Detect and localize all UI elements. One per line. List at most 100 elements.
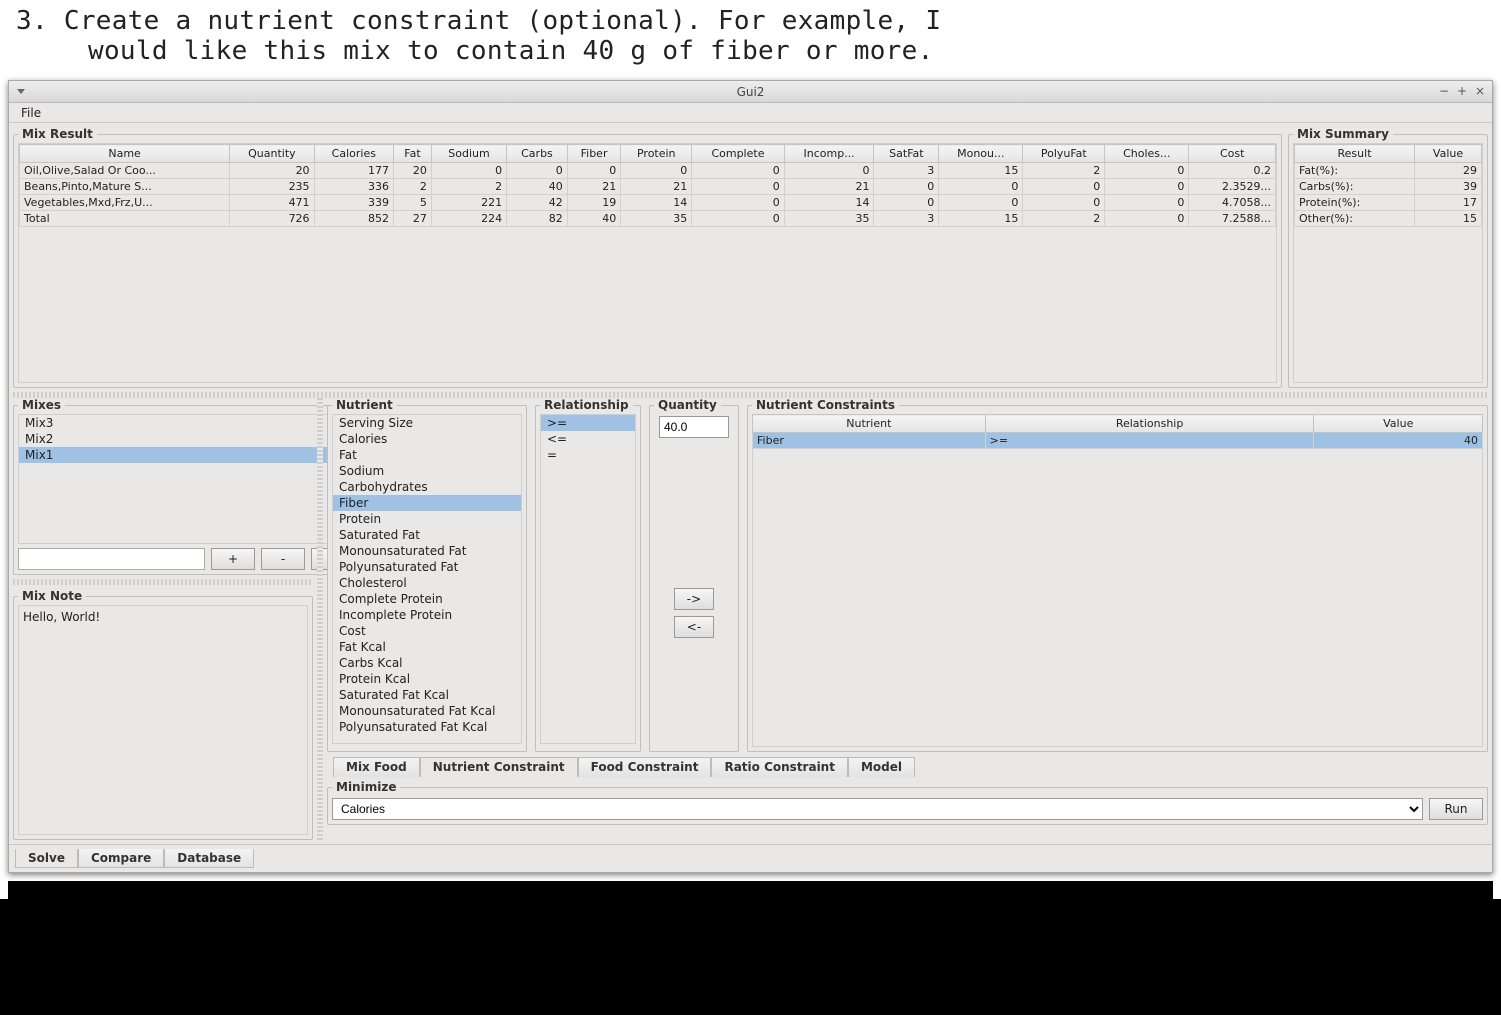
remove-constraint-button[interactable]: <-	[674, 616, 714, 638]
mix-item[interactable]: Mix2	[19, 431, 354, 447]
mix-result-header[interactable]: Fat	[394, 145, 432, 163]
table-cell: Fat(%):	[1295, 163, 1415, 179]
mix-note-textarea[interactable]: Hello, World!	[18, 605, 308, 835]
table-row[interactable]: Oil,Olive,Salad Or Coo...201772000000031…	[20, 163, 1276, 179]
subtab-model[interactable]: Model	[848, 757, 915, 777]
menu-file[interactable]: File	[15, 104, 47, 122]
constraint-row[interactable]: Fiber>=40	[753, 433, 1483, 449]
vertical-splitter[interactable]	[317, 398, 323, 840]
mix-result-header[interactable]: Calories	[314, 145, 393, 163]
nutrient-item[interactable]: Protein Kcal	[333, 671, 521, 687]
mix-summary-header[interactable]: Result	[1295, 145, 1415, 163]
subtab-nutrient-constraint[interactable]: Nutrient Constraint	[420, 757, 578, 777]
mix-result-header[interactable]: Cost	[1189, 145, 1276, 163]
constraints-table[interactable]: NutrientRelationshipValue Fiber>=40	[752, 414, 1483, 449]
mix-summary-header[interactable]: Value	[1415, 145, 1482, 163]
relationship-list[interactable]: >=<==	[540, 414, 636, 744]
nutrient-item[interactable]: Carbohydrates	[333, 479, 521, 495]
subtab-mix-food[interactable]: Mix Food	[333, 757, 420, 777]
add-constraint-button[interactable]: ->	[674, 588, 714, 610]
table-cell: 0	[507, 163, 568, 179]
quantity-input[interactable]	[659, 416, 729, 438]
nutrient-item[interactable]: Polyunsaturated Fat	[333, 559, 521, 575]
window-maximize-button[interactable]: +	[1454, 83, 1470, 99]
mix-result-header[interactable]: Name	[20, 145, 230, 163]
relationship-item[interactable]: =	[541, 447, 635, 463]
mix-result-header[interactable]: Quantity	[230, 145, 314, 163]
nutrient-item[interactable]: Sodium	[333, 463, 521, 479]
nutrient-item[interactable]: Fiber	[333, 495, 521, 511]
table-cell: Vegetables,Mxd,Frz,U...	[20, 195, 230, 211]
delete-mix-button[interactable]: -	[261, 548, 305, 570]
add-mix-button[interactable]: +	[211, 548, 255, 570]
mix-result-header[interactable]: Protein	[621, 145, 692, 163]
window-minimize-button[interactable]: −	[1436, 83, 1452, 99]
table-cell: 339	[314, 195, 393, 211]
subtab-ratio-constraint[interactable]: Ratio Constraint	[711, 757, 848, 777]
table-row[interactable]: Vegetables,Mxd,Frz,U...47133952214219140…	[20, 195, 1276, 211]
nutrient-item[interactable]: Saturated Fat Kcal	[333, 687, 521, 703]
nutrient-item[interactable]: Fat	[333, 447, 521, 463]
run-button[interactable]: Run	[1429, 798, 1483, 820]
subtab-food-constraint[interactable]: Food Constraint	[578, 757, 712, 777]
nutrient-item[interactable]: Saturated Fat	[333, 527, 521, 543]
minimize-select[interactable]: Calories	[332, 798, 1423, 820]
mix-item[interactable]: Mix1	[19, 447, 354, 463]
nutrient-item[interactable]: Cholesterol	[333, 575, 521, 591]
table-row[interactable]: Fat(%):29	[1295, 163, 1482, 179]
titlebar-menu-icon[interactable]	[15, 85, 27, 97]
mix-name-input[interactable]	[18, 548, 205, 570]
nutrient-item[interactable]: Calories	[333, 431, 521, 447]
nutrient-item[interactable]: Monounsaturated Fat	[333, 543, 521, 559]
mix-result-header[interactable]: Monou...	[939, 145, 1023, 163]
constraints-header[interactable]: Value	[1314, 415, 1483, 433]
table-cell: 235	[230, 179, 314, 195]
minimize-legend: Minimize	[332, 780, 400, 794]
table-row[interactable]: Total72685227224824035035315207.2588...	[20, 211, 1276, 227]
nutrient-item[interactable]: Serving Size	[333, 415, 521, 431]
mixes-list[interactable]: Mix3Mix2Mix1	[18, 414, 355, 544]
nutrient-item[interactable]: Complete Protein	[333, 591, 521, 607]
mix-result-header[interactable]: Choles...	[1105, 145, 1189, 163]
table-cell: 0	[692, 195, 785, 211]
table-cell: 0	[1105, 195, 1189, 211]
mix-result-header[interactable]: PolyuFat	[1023, 145, 1105, 163]
constraints-header[interactable]: Relationship	[985, 415, 1314, 433]
constraints-header[interactable]: Nutrient	[753, 415, 986, 433]
table-cell: 27	[394, 211, 432, 227]
mix-result-table[interactable]: NameQuantityCaloriesFatSodiumCarbsFiberP…	[19, 144, 1276, 227]
table-cell: 20	[230, 163, 314, 179]
window-close-button[interactable]: ×	[1472, 83, 1488, 99]
table-row[interactable]: Carbs(%):39	[1295, 179, 1482, 195]
mix-result-header[interactable]: SatFat	[874, 145, 939, 163]
nutrient-item[interactable]: Carbs Kcal	[333, 655, 521, 671]
relationship-item[interactable]: >=	[541, 415, 635, 431]
bottom-tab-database[interactable]: Database	[164, 849, 254, 868]
mix-result-header[interactable]: Sodium	[431, 145, 506, 163]
table-row[interactable]: Protein(%):17	[1295, 195, 1482, 211]
nutrient-item[interactable]: Fat Kcal	[333, 639, 521, 655]
table-cell: 29	[1415, 163, 1482, 179]
mix-result-header[interactable]: Incomp...	[784, 145, 874, 163]
titlebar[interactable]: Gui2 − + ×	[9, 81, 1492, 103]
mix-result-header[interactable]: Complete	[692, 145, 785, 163]
bottom-tab-solve[interactable]: Solve	[15, 849, 78, 868]
mix-summary-table[interactable]: ResultValue Fat(%):29Carbs(%):39Protein(…	[1294, 144, 1482, 227]
constraint-cell: >=	[985, 433, 1314, 449]
relationship-item[interactable]: <=	[541, 431, 635, 447]
table-row[interactable]: Other(%):15	[1295, 211, 1482, 227]
mix-result-header[interactable]: Fiber	[567, 145, 620, 163]
table-cell: 2.3529...	[1189, 179, 1276, 195]
table-row[interactable]: Beans,Pinto,Mature S...23533622402121021…	[20, 179, 1276, 195]
mix-item[interactable]: Mix3	[19, 415, 354, 431]
left-splitter[interactable]	[13, 579, 313, 585]
nutrient-list[interactable]: Serving SizeCaloriesFatSodiumCarbohydrat…	[332, 414, 522, 744]
nutrient-item[interactable]: Polyunsaturated Fat Kcal	[333, 719, 521, 735]
instruction-text: 3. Create a nutrient constraint (optiona…	[0, 0, 1501, 80]
nutrient-item[interactable]: Monounsaturated Fat Kcal	[333, 703, 521, 719]
bottom-tab-compare[interactable]: Compare	[78, 849, 164, 868]
nutrient-item[interactable]: Incomplete Protein	[333, 607, 521, 623]
nutrient-item[interactable]: Protein	[333, 511, 521, 527]
nutrient-item[interactable]: Cost	[333, 623, 521, 639]
mix-result-header[interactable]: Carbs	[507, 145, 568, 163]
